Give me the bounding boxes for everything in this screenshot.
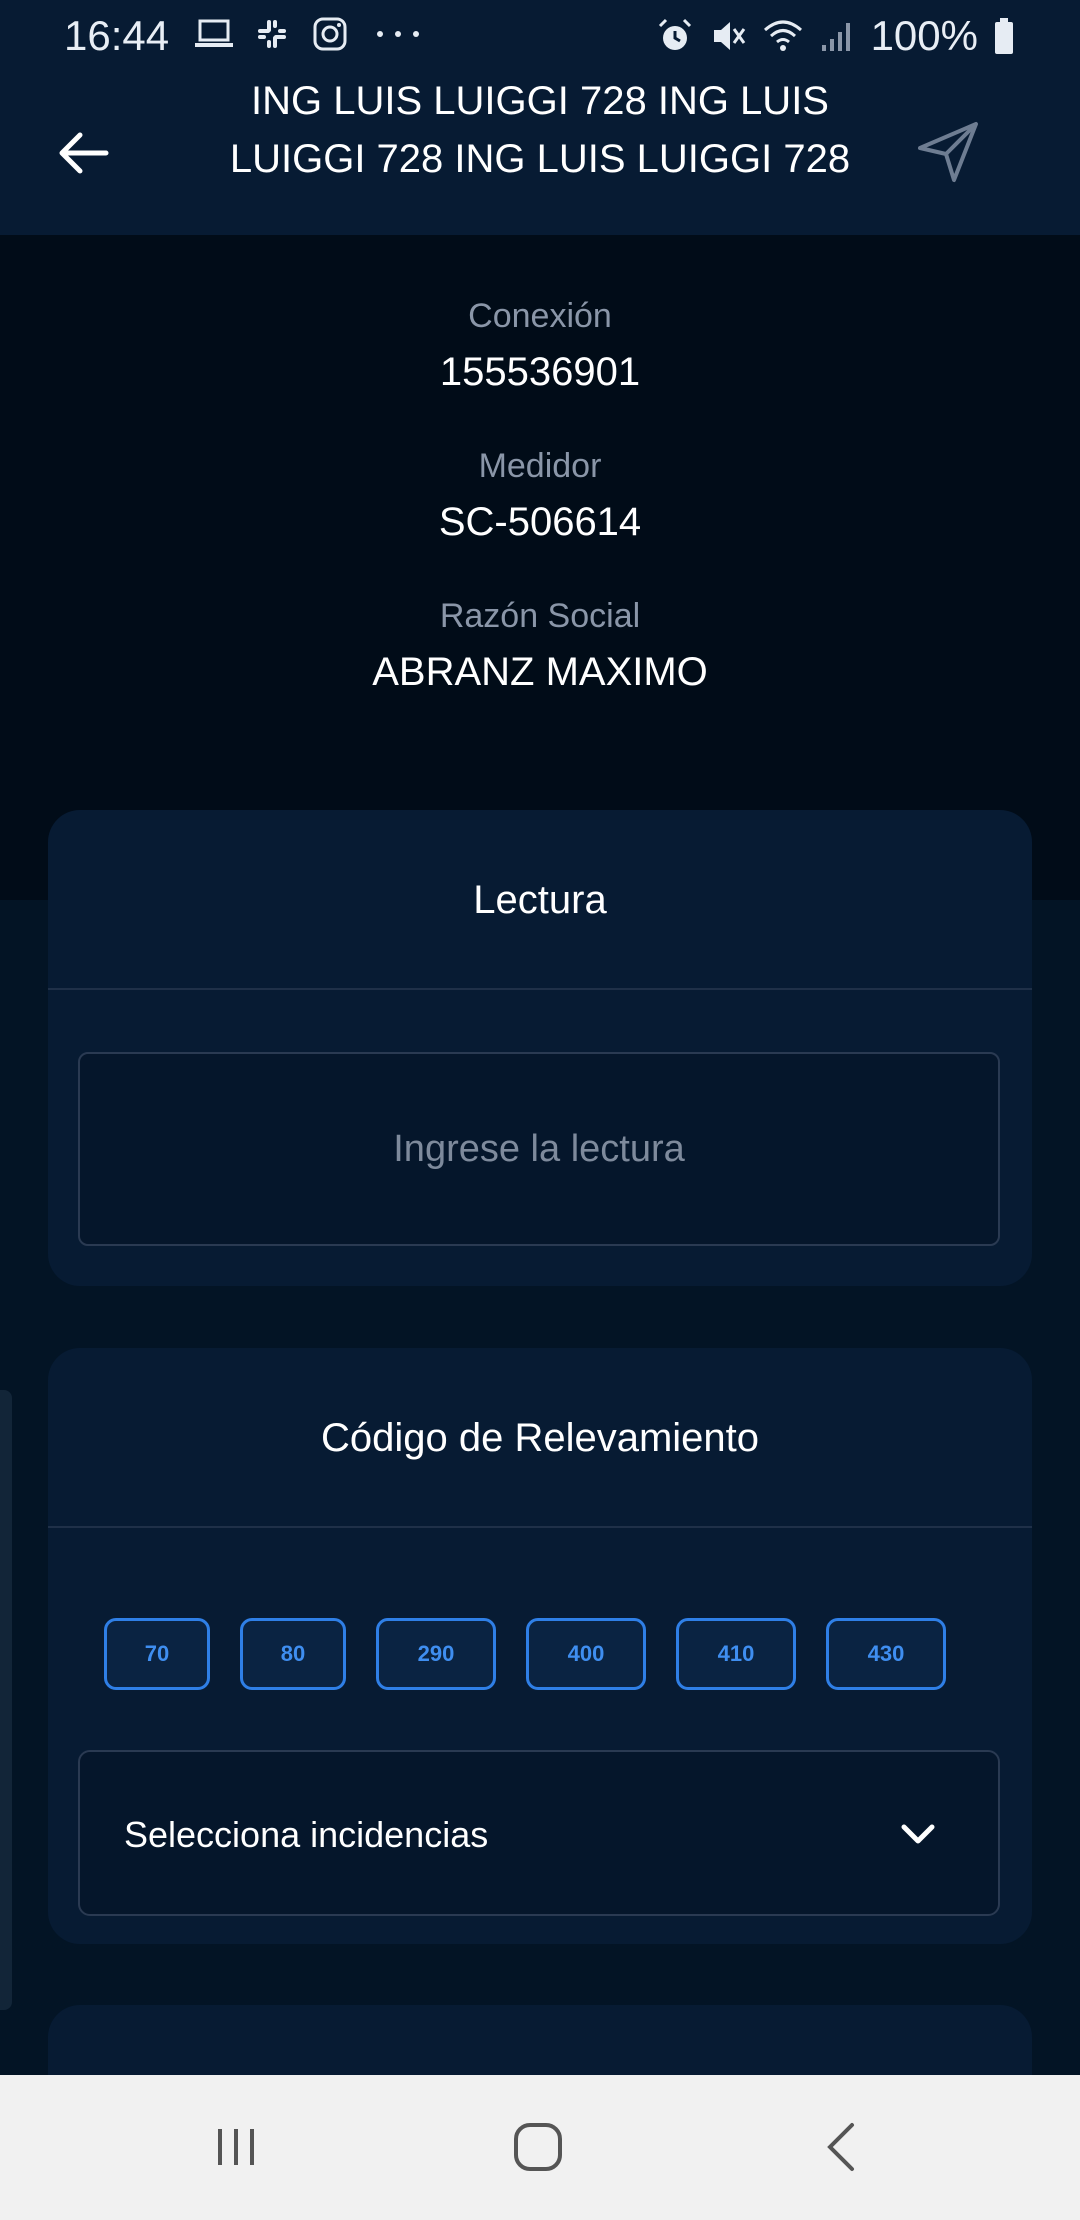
instagram-icon [310, 14, 350, 54]
chevron-down-icon [901, 1824, 935, 1844]
alarm-icon [655, 16, 695, 56]
lectura-input[interactable]: Ingrese la lectura [78, 1052, 1000, 1246]
code-chip-400[interactable]: 400 [526, 1618, 646, 1690]
code-chip-410[interactable]: 410 [676, 1618, 796, 1690]
razon-social-label: Razón Social [439, 597, 641, 635]
incidencias-select[interactable]: Selecciona incidencias [78, 1750, 1000, 1916]
conexion-value: 155536901 [439, 350, 641, 394]
lectura-card: Lectura Ingrese la lectura [48, 810, 1032, 1286]
slack-icon [252, 14, 292, 54]
code-chip-290[interactable]: 290 [376, 1618, 496, 1690]
wifi-icon [763, 16, 803, 56]
system-back-button[interactable] [806, 2111, 878, 2183]
status-bar: 16:44 100% [0, 0, 1080, 72]
code-chip-80[interactable]: 80 [240, 1618, 346, 1690]
recents-icon [218, 2129, 254, 2165]
signal-icon [817, 16, 857, 56]
status-time: 16:44 [64, 12, 170, 59]
arrow-left-icon [59, 132, 109, 174]
screen: 16:44 100% ING LUIS LUIGGI 728 ING LUIS … [0, 0, 1080, 2220]
battery-icon [992, 16, 1016, 56]
chevron-left-icon [827, 2123, 854, 2171]
code-chip-430[interactable]: 430 [826, 1618, 946, 1690]
send-button[interactable] [908, 112, 988, 192]
code-chip-70[interactable]: 70 [104, 1618, 210, 1690]
home-button[interactable] [502, 2111, 574, 2183]
status-icons-right: 100% [655, 12, 1016, 60]
system-nav-bar [0, 2075, 1080, 2220]
page-title: ING LUIS LUIGGI 728 ING LUIS LUIGGI 728 … [229, 79, 851, 181]
laptop-icon [194, 14, 234, 54]
mute-icon [709, 16, 749, 56]
app-header: ING LUIS LUIGGI 728 ING LUIS LUIGGI 728 … [0, 72, 1080, 235]
more-dots-icon [368, 14, 428, 54]
status-icons-left [194, 14, 428, 54]
conexion-label: Conexión [468, 297, 612, 335]
medidor-label: Medidor [478, 447, 602, 485]
side-edge [0, 1390, 12, 2010]
home-icon [514, 2123, 562, 2171]
connection-info: Conexión 155536901 Medidor SC-506614 Raz… [0, 290, 1080, 740]
codigo-relevamiento-card: Código de Relevamiento 70 80 290 400 410… [48, 1348, 1032, 1944]
lectura-title: Lectura [48, 810, 1032, 990]
incidencias-select-label: Selecciona incidencias [124, 1814, 489, 1855]
recents-button[interactable] [200, 2111, 272, 2183]
razon-social-value: ABRANZ MAXIMO [372, 650, 708, 694]
medidor-value: SC-506614 [438, 500, 642, 544]
code-chips: 70 80 290 400 410 430 [104, 1618, 946, 1690]
codigo-relevamiento-title: Código de Relevamiento [48, 1348, 1032, 1528]
battery-percentage: 100% [870, 12, 978, 59]
send-icon [918, 122, 978, 182]
back-button[interactable] [46, 117, 118, 189]
